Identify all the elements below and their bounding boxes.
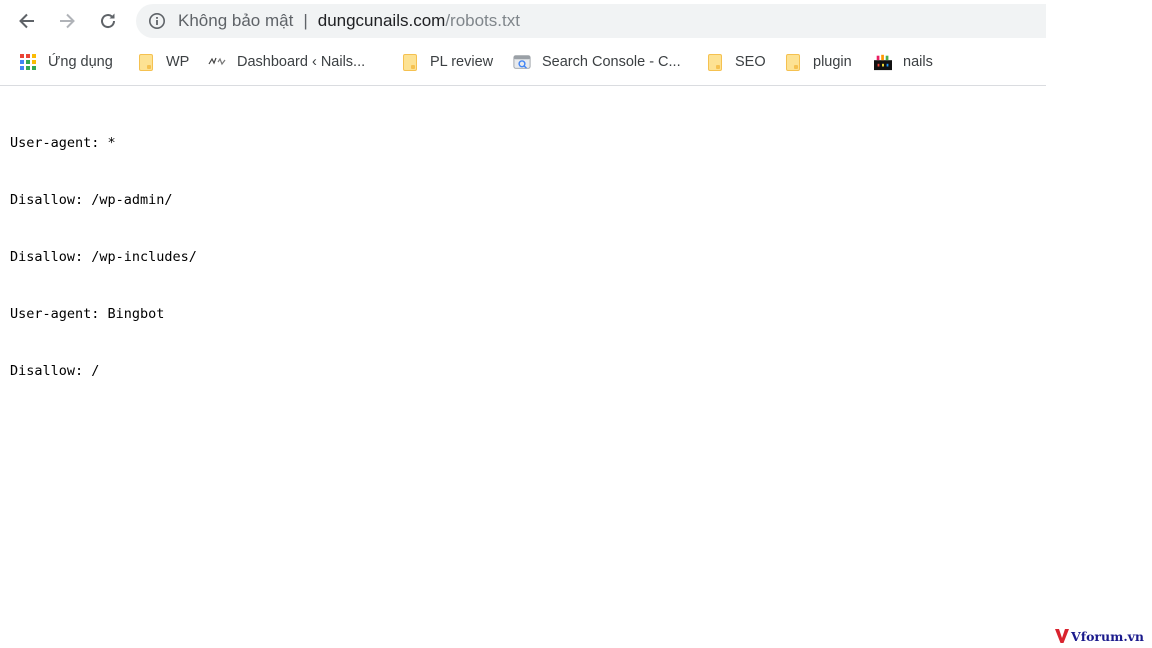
bookmark-label: nails xyxy=(903,54,933,70)
security-status-label[interactable]: Không bảo mật xyxy=(178,11,293,31)
watermark: Vforum.vn xyxy=(1054,628,1144,644)
back-arrow-icon xyxy=(19,13,34,29)
bookmark-nails[interactable]: nails xyxy=(874,44,933,80)
folder-icon xyxy=(401,53,419,71)
info-icon[interactable] xyxy=(148,12,166,30)
text-line: Disallow: / xyxy=(10,363,100,379)
bookmark-dashboard[interactable]: Dashboard ‹ Nails... xyxy=(208,44,365,80)
bookmark-seo[interactable]: SEO xyxy=(706,44,766,80)
browser-chrome: Không bảo mật | dungcunails.com/robots.t… xyxy=(0,0,1046,86)
url-path[interactable]: /robots.txt xyxy=(445,11,520,31)
watermark-logo-icon xyxy=(1054,628,1070,644)
browser-toolbar: Không bảo mật | dungcunails.com/robots.t… xyxy=(0,0,1046,42)
bookmark-label: PL review xyxy=(430,54,494,70)
bookmark-search-console[interactable]: Search Console - C... xyxy=(513,44,681,80)
apps-grid-icon xyxy=(19,53,37,71)
forward-button[interactable] xyxy=(53,7,81,35)
bookmark-label: WP xyxy=(166,54,190,70)
folder-icon xyxy=(137,53,155,71)
bookmark-wp[interactable]: WP xyxy=(137,44,189,80)
url-host[interactable]: dungcunails.com xyxy=(318,11,446,31)
search-console-icon xyxy=(513,53,531,71)
bookmark-label: Dashboard ‹ Nails... xyxy=(237,54,366,70)
folder-icon xyxy=(706,53,724,71)
bookmark-label: Ứng dụng xyxy=(48,54,113,70)
reload-icon xyxy=(101,13,116,29)
address-separator: | xyxy=(303,11,308,30)
robots-txt-content: User-agent: * Disallow: /wp-admin/ Disal… xyxy=(10,96,197,400)
text-line: Disallow: /wp-includes/ xyxy=(10,249,197,265)
nails-favicon xyxy=(874,53,892,71)
text-line: Disallow: /wp-admin/ xyxy=(10,192,173,208)
text-line: User-agent: * xyxy=(10,135,116,151)
bookmark-label: plugin xyxy=(813,54,852,70)
bookmarks-bar: Ứng dụng WP Dashboard ‹ Nails... PL revi… xyxy=(0,44,1046,80)
bookmark-apps[interactable]: Ứng dụng xyxy=(19,44,113,80)
watermark-text: Vforum.vn xyxy=(1071,628,1145,644)
forward-arrow-icon xyxy=(60,13,75,29)
bookmark-label: Search Console - C... xyxy=(542,54,681,70)
reload-button[interactable] xyxy=(94,7,122,35)
bookmark-pl-review[interactable]: PL review xyxy=(401,44,493,80)
text-line: User-agent: Bingbot xyxy=(10,306,165,322)
bookmark-plugin[interactable]: plugin xyxy=(784,44,852,80)
back-button[interactable] xyxy=(13,7,41,35)
site-favicon xyxy=(208,53,226,71)
bookmark-label: SEO xyxy=(735,54,766,70)
address-bar[interactable]: Không bảo mật | dungcunails.com/robots.t… xyxy=(136,4,1046,38)
folder-icon xyxy=(784,53,802,71)
